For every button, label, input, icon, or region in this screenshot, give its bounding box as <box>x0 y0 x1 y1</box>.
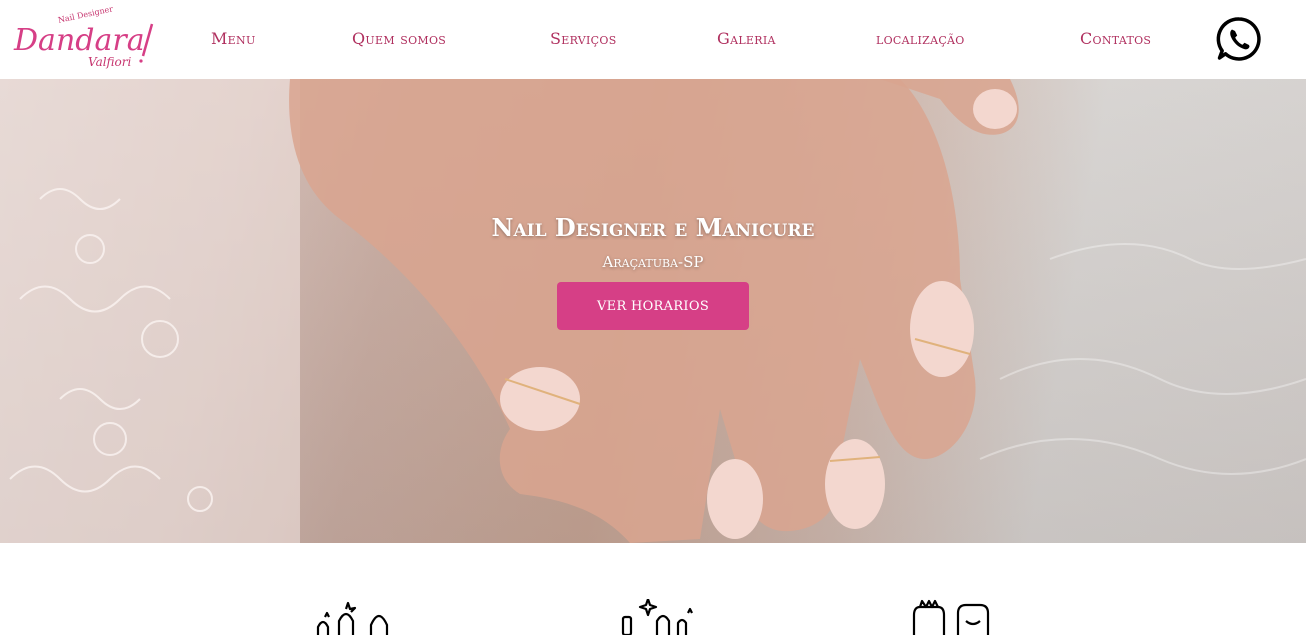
logo-surname: Valfiori <box>88 55 132 69</box>
nail-polish-icon <box>313 599 393 635</box>
logo-mark: Nail Designer Dandara Valfiori <box>13 4 154 69</box>
brand-logo[interactable]: Nail Designer Dandara Valfiori <box>10 4 165 74</box>
logo-script: Dandara <box>13 23 145 58</box>
nav-servicos[interactable]: Serviços <box>550 29 617 51</box>
whatsapp-icon <box>1216 17 1261 61</box>
nav-quem-somos[interactable]: Quem somos <box>352 29 446 51</box>
nav-menu[interactable]: Menu <box>211 29 256 51</box>
hero-banner: Nail Designer e Manicure Araçatuba-SP VE… <box>0 79 1306 543</box>
ver-horarios-button[interactable]: VER HORARIOS <box>557 282 749 330</box>
logo-tagline: Nail Designer <box>57 4 114 24</box>
nav-contatos[interactable]: Contatos <box>1080 29 1151 51</box>
nav-galeria[interactable]: Galeria <box>717 29 776 51</box>
manicure-tools-icon <box>616 599 696 635</box>
whatsapp-button[interactable] <box>1216 16 1262 62</box>
site-header: Nail Designer Dandara Valfiori Menu Quem… <box>0 0 1306 79</box>
hands-care-icon <box>910 599 990 635</box>
services-section <box>0 543 1306 635</box>
nav-localizacao[interactable]: localização <box>876 29 965 51</box>
hero-title: Nail Designer e Manicure <box>491 213 815 242</box>
hero-subtitle: Araçatuba-SP <box>602 253 704 271</box>
